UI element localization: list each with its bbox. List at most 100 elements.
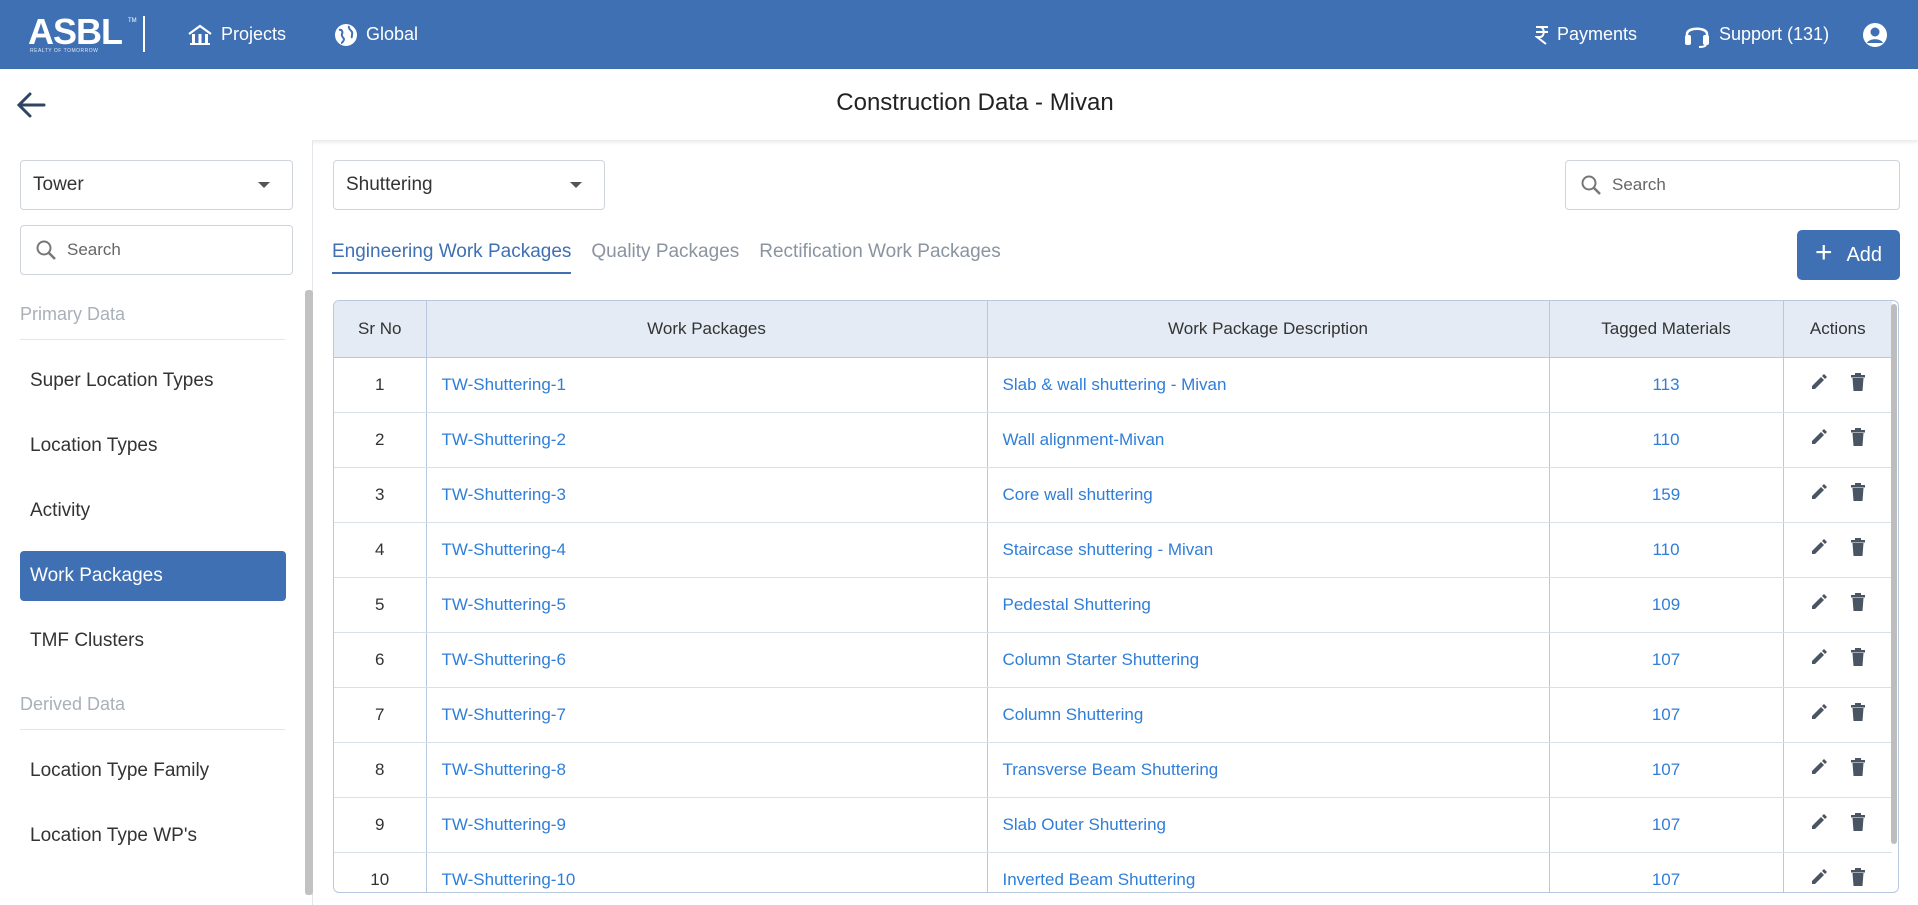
- cell-tagged-materials-link[interactable]: 110: [1549, 412, 1784, 468]
- trash-icon[interactable]: [1849, 647, 1867, 672]
- trash-icon[interactable]: [1849, 757, 1867, 782]
- cell-description-link[interactable]: Column Starter Shuttering: [987, 632, 1550, 688]
- pencil-icon[interactable]: [1809, 372, 1829, 397]
- cell-tagged-materials-link[interactable]: 107: [1549, 632, 1784, 688]
- cell-description-link[interactable]: Core wall shuttering: [987, 467, 1550, 523]
- cell-sr-no: 8: [334, 742, 427, 798]
- main-search-input[interactable]: [1612, 175, 1899, 195]
- header-tagged-materials: Tagged Materials: [1549, 301, 1784, 358]
- cell-work-package-link[interactable]: TW-Shuttering-1: [426, 357, 988, 413]
- nav-global[interactable]: Global: [334, 0, 418, 69]
- cell-tagged-materials-link[interactable]: 110: [1549, 522, 1784, 578]
- cell-description-link[interactable]: Wall alignment-Mivan: [987, 412, 1550, 468]
- nav-payments[interactable]: Payments: [1535, 0, 1637, 69]
- table-row[interactable]: 10 TW-Shuttering-10 Inverted Beam Shutteri…: [334, 852, 1892, 892]
- pencil-icon[interactable]: [1809, 867, 1829, 892]
- pencil-icon[interactable]: [1809, 537, 1829, 562]
- table-row[interactable]: 6 TW-Shuttering-6 Column Starter Shutterin…: [334, 632, 1892, 688]
- cell-sr-no: 6: [334, 632, 427, 688]
- table-scrollbar[interactable]: [1891, 304, 1897, 844]
- cell-tagged-materials-link[interactable]: 107: [1549, 852, 1784, 892]
- table-row[interactable]: 3 TW-Shuttering-3 Core wall shuttering 159: [334, 467, 1892, 523]
- pencil-icon[interactable]: [1809, 592, 1829, 617]
- cell-description-link[interactable]: Staircase shuttering - Mivan: [987, 522, 1550, 578]
- cell-sr-no: 4: [334, 522, 427, 578]
- table-row[interactable]: 9 TW-Shuttering-9 Slab Outer Shuttering 107: [334, 797, 1892, 853]
- trash-icon[interactable]: [1849, 372, 1867, 397]
- trash-icon[interactable]: [1849, 427, 1867, 452]
- cell-tagged-materials-link[interactable]: 107: [1549, 797, 1784, 853]
- cell-actions: [1783, 632, 1892, 688]
- sidebar-item-tmf-clusters[interactable]: TMF Clusters: [20, 616, 286, 666]
- cell-work-package-link[interactable]: TW-Shuttering-5: [426, 577, 988, 633]
- trash-icon[interactable]: [1849, 592, 1867, 617]
- cell-work-package-link[interactable]: TW-Shuttering-6: [426, 632, 988, 688]
- cell-work-package-link[interactable]: TW-Shuttering-3: [426, 467, 988, 523]
- cell-work-package-link[interactable]: TW-Shuttering-7: [426, 687, 988, 743]
- cell-description-link[interactable]: Transverse Beam Shuttering: [987, 742, 1550, 798]
- cell-work-package-link[interactable]: TW-Shuttering-10: [426, 852, 988, 892]
- sidebar-item-location-type-family[interactable]: Location Type Family: [20, 746, 286, 796]
- pencil-icon[interactable]: [1809, 482, 1829, 507]
- sidebar-item-work-packages[interactable]: Work Packages: [20, 551, 286, 601]
- nav-projects-label: Projects: [221, 24, 287, 44]
- cell-description-link[interactable]: Slab & wall shuttering - Mivan: [987, 357, 1550, 413]
- asbl-logo[interactable]: ASBL REALTY OF TOMORROW TM: [28, 14, 137, 55]
- cell-tagged-materials-link[interactable]: 113: [1549, 357, 1784, 413]
- pencil-icon[interactable]: [1809, 427, 1829, 452]
- trash-icon[interactable]: [1849, 482, 1867, 507]
- main-search[interactable]: [1565, 160, 1900, 210]
- pencil-icon[interactable]: [1809, 812, 1829, 837]
- sidebar-item-super-location-types[interactable]: Super Location Types: [20, 356, 286, 406]
- cell-work-package-link[interactable]: TW-Shuttering-8: [426, 742, 988, 798]
- cell-description-link[interactable]: Slab Outer Shuttering: [987, 797, 1550, 853]
- cell-description-link[interactable]: Pedestal Shuttering: [987, 577, 1550, 633]
- plus-icon: +: [1814, 236, 1833, 269]
- tab-rectification-work-packages[interactable]: Rectification Work Packages: [759, 238, 1000, 274]
- tab-quality-packages[interactable]: Quality Packages: [591, 238, 739, 274]
- cell-work-package-link[interactable]: TW-Shuttering-4: [426, 522, 988, 578]
- cell-tagged-materials-link[interactable]: 107: [1549, 687, 1784, 743]
- pencil-icon[interactable]: [1809, 702, 1829, 727]
- account-button[interactable]: [1862, 0, 1896, 69]
- table-row[interactable]: 5 TW-Shuttering-5 Pedestal Shuttering 109: [334, 577, 1892, 633]
- pencil-icon[interactable]: [1809, 757, 1829, 782]
- table-row[interactable]: 1 TW-Shuttering-1 Slab & wall shuttering -…: [334, 357, 1892, 413]
- cell-work-package-link[interactable]: TW-Shuttering-2: [426, 412, 988, 468]
- nav-projects[interactable]: Projects: [187, 0, 286, 69]
- tower-dropdown[interactable]: Tower: [20, 160, 293, 210]
- tab-engineering-work-packages[interactable]: Engineering Work Packages: [332, 238, 572, 274]
- trash-icon[interactable]: [1849, 537, 1867, 562]
- cell-tagged-materials-link[interactable]: 109: [1549, 577, 1784, 633]
- sidebar-item-location-types[interactable]: Location Types: [20, 421, 286, 471]
- table-row[interactable]: 4 TW-Shuttering-4 Staircase shuttering - M…: [334, 522, 1892, 578]
- category-dropdown[interactable]: Shuttering: [333, 160, 605, 210]
- add-button[interactable]: + Add: [1797, 230, 1900, 280]
- user-circle-icon: [1863, 22, 1887, 47]
- cell-description-link[interactable]: Column Shuttering: [987, 687, 1550, 743]
- cell-description-link[interactable]: Inverted Beam Shuttering: [987, 852, 1550, 892]
- add-button-label: Add: [1846, 243, 1883, 266]
- cell-sr-no: 10: [334, 852, 427, 892]
- trash-icon[interactable]: [1849, 812, 1867, 837]
- sidebar-item-activity[interactable]: Activity: [20, 486, 286, 536]
- sidebar-search[interactable]: [20, 225, 293, 275]
- sidebar-search-input[interactable]: [67, 240, 292, 260]
- cell-tagged-materials-link[interactable]: 159: [1549, 467, 1784, 523]
- sidebar-item-location-type-wps[interactable]: Location Type WP's: [20, 811, 286, 861]
- cell-work-package-link[interactable]: TW-Shuttering-9: [426, 797, 988, 853]
- sidebar-scrollbar[interactable]: [305, 290, 313, 895]
- top-navbar: ASBL REALTY OF TOMORROW TM Projects Glob…: [0, 0, 1918, 69]
- table-row[interactable]: 2 TW-Shuttering-2 Wall alignment-Mivan 110: [334, 412, 1892, 468]
- trash-icon[interactable]: [1849, 867, 1867, 892]
- pencil-icon[interactable]: [1809, 647, 1829, 672]
- cell-sr-no: 9: [334, 797, 427, 853]
- table-row[interactable]: 8 TW-Shuttering-8 Transverse Beam Shutteri…: [334, 742, 1892, 798]
- table-row[interactable]: 7 TW-Shuttering-7 Column Shuttering 107: [334, 687, 1892, 743]
- nav-support[interactable]: Support (131): [1683, 0, 1829, 69]
- header-work-packages: Work Packages: [426, 301, 988, 358]
- tab-bar: Engineering Work Packages Quality Packag…: [332, 238, 1021, 274]
- nav-support-label: Support (131): [1719, 24, 1830, 44]
- cell-tagged-materials-link[interactable]: 107: [1549, 742, 1784, 798]
- trash-icon[interactable]: [1849, 702, 1867, 727]
